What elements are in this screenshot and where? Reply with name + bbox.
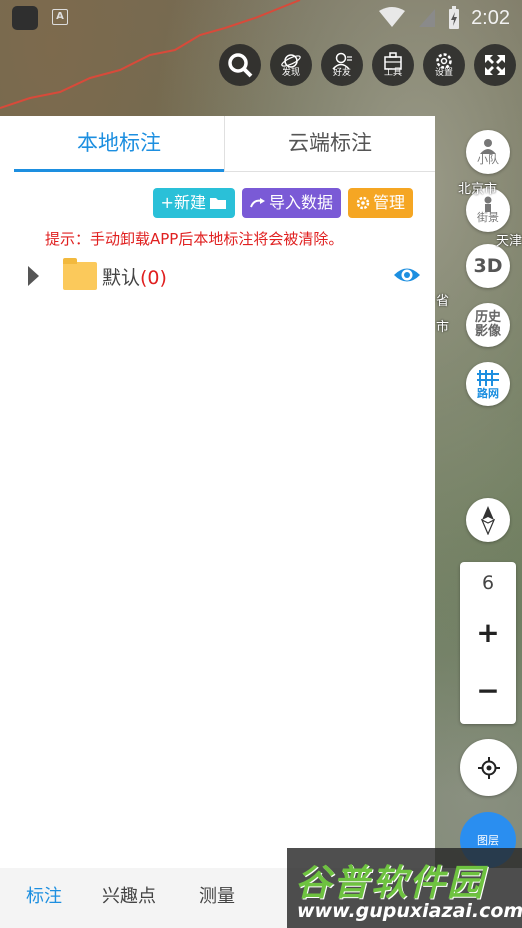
- tab-cloud-annotations[interactable]: 云端标注: [224, 116, 435, 171]
- wifi-icon: [379, 7, 406, 27]
- folder-icon: [63, 258, 97, 290]
- manage-label: 管理: [372, 193, 405, 212]
- map-label-city: 市: [436, 320, 450, 335]
- map-label-province: 省: [436, 294, 450, 309]
- settings-button[interactable]: 设置: [423, 44, 465, 86]
- grid-icon: [477, 370, 499, 386]
- discover-label: 发现: [281, 68, 300, 78]
- settings-label: 设置: [434, 68, 453, 78]
- zoom-out-button[interactable]: −: [460, 674, 516, 707]
- search-icon: [228, 53, 253, 78]
- compass-icon: [480, 506, 496, 535]
- discover-button[interactable]: 发现: [270, 44, 312, 86]
- gear-icon: [356, 196, 370, 210]
- bottom-tab-measure[interactable]: 测量: [199, 882, 235, 908]
- bottom-tab-annotations[interactable]: 标注: [26, 882, 62, 908]
- person-icon: [480, 139, 496, 154]
- history-label-line2: 影像: [474, 324, 501, 339]
- expand-arrow-icon[interactable]: [28, 266, 39, 286]
- annotation-actions: +新建 导入数据 管理: [152, 188, 413, 218]
- zoom-level: 6: [481, 572, 495, 594]
- zoom-in-button[interactable]: +: [460, 616, 516, 649]
- friends-button[interactable]: 好友: [321, 44, 363, 86]
- locate-button[interactable]: [460, 739, 517, 796]
- history-label-line1: 历史: [474, 310, 501, 325]
- history-imagery-button[interactable]: 历史 影像: [466, 303, 510, 347]
- battery-icon: [449, 6, 460, 29]
- new-button[interactable]: +新建: [152, 188, 235, 218]
- import-data-label: 导入数据: [268, 193, 333, 212]
- new-button-label: +新建: [160, 193, 206, 212]
- folder-row-default[interactable]: 默认(0): [0, 256, 435, 296]
- watermark-brand: 谷普软件园: [295, 863, 486, 904]
- keyboard-a-icon: A: [52, 9, 68, 25]
- uninstall-warning-tip: 提示：手动卸载APP后本地标注将会被清除。: [45, 230, 344, 248]
- road-network-button[interactable]: 路网: [466, 362, 510, 406]
- clock-time: 2:02: [471, 6, 510, 29]
- import-data-button[interactable]: 导入数据: [241, 188, 341, 218]
- watermark-url: www.gupuxiazai.com: [297, 900, 522, 922]
- bottom-tab-poi[interactable]: 兴趣点: [102, 882, 156, 908]
- crosshair-icon: [477, 756, 500, 779]
- street-view-label: 街景: [477, 211, 499, 224]
- map-label-beijing: 北京市: [458, 182, 498, 197]
- app-notification-icon: [12, 6, 38, 30]
- 3d-button[interactable]: 3D: [466, 244, 510, 288]
- annotation-panel: 本地标注 云端标注 +新建 导入数据 管理 提示：手动卸载APP后本地标注将会被…: [0, 116, 435, 928]
- status-bar: A 2:02: [0, 0, 522, 36]
- import-arrow-icon: [250, 198, 265, 208]
- folder-name: 默认: [102, 267, 141, 289]
- fullscreen-icon: [485, 55, 505, 75]
- compass-button[interactable]: [466, 498, 510, 542]
- tab-local-annotations[interactable]: 本地标注: [14, 116, 224, 172]
- road-network-label: 路网: [477, 387, 499, 400]
- team-button[interactable]: 小队: [466, 130, 510, 174]
- folder-label: 默认(0): [102, 263, 167, 290]
- folder-count: (0): [140, 267, 167, 289]
- zoom-control: 6 + −: [460, 562, 516, 724]
- pegman-icon: [484, 196, 492, 212]
- top-toolbar: 发现 好友 工具 设置: [219, 44, 516, 86]
- friends-label: 好友: [332, 68, 351, 78]
- site-watermark: 谷普软件园 www.gupuxiazai.com: [287, 848, 522, 928]
- layer-toggle-label: 图层: [477, 834, 499, 847]
- tools-label: 工具: [383, 68, 402, 78]
- eye-visibility-icon[interactable]: [393, 265, 421, 285]
- team-label: 小队: [477, 153, 499, 166]
- search-button[interactable]: [219, 44, 261, 86]
- manage-button[interactable]: 管理: [347, 188, 413, 218]
- folder-icon: [209, 198, 226, 209]
- fullscreen-button[interactable]: [474, 44, 516, 86]
- signal-icon: [419, 9, 436, 27]
- annotation-tabs: 本地标注 云端标注: [14, 116, 435, 172]
- tools-button[interactable]: 工具: [372, 44, 414, 86]
- map-label-tianjin: 天津: [496, 234, 522, 249]
- 3d-label: 3D: [473, 255, 503, 277]
